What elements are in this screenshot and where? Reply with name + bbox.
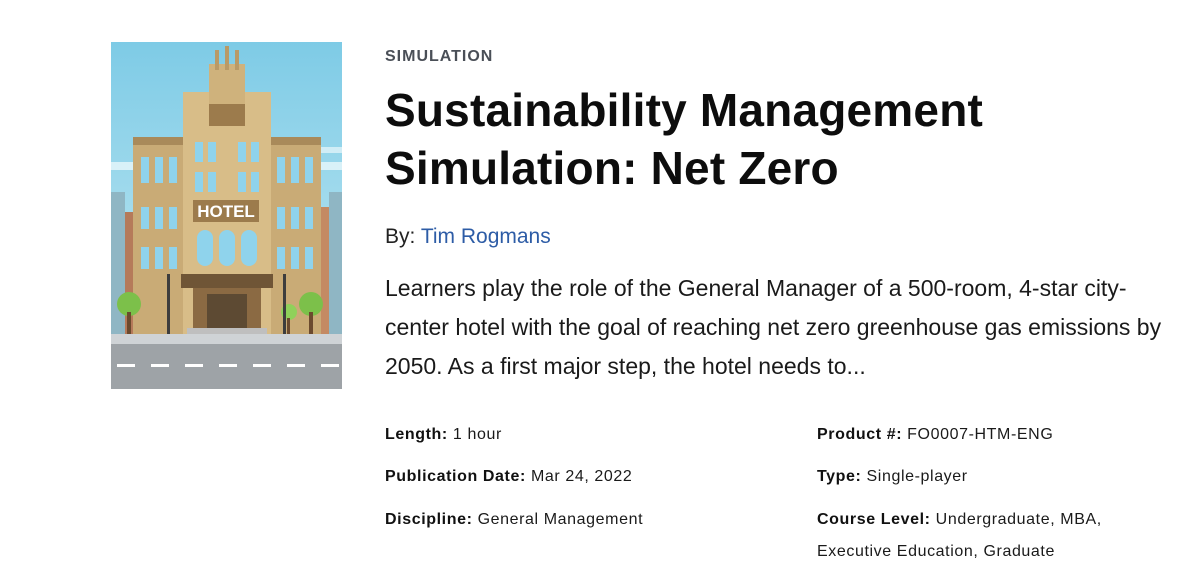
- meta-type: Type: Single-player: [817, 461, 968, 493]
- meta-length: Length: 1 hour: [385, 419, 502, 451]
- meta-discipline: Discipline: General Management: [385, 504, 643, 536]
- category-label: SIMULATION: [385, 48, 494, 65]
- meta-product-number: Product #: FO0007-HTM-ENG: [817, 419, 1053, 451]
- meta-label: Publication Date:: [385, 468, 526, 485]
- meta-publication-date: Publication Date: Mar 24, 2022: [385, 461, 632, 493]
- meta-course-level: Course Level: Undergraduate, MBA, Execut…: [817, 504, 1147, 568]
- author-link[interactable]: Tim Rogmans: [421, 225, 551, 248]
- product-title[interactable]: Sustainability Management Simulation: Ne…: [385, 81, 1185, 197]
- meta-label: Discipline:: [385, 511, 473, 528]
- hotel-sign-text: HOTEL: [197, 202, 255, 221]
- meta-label: Course Level:: [817, 511, 931, 528]
- meta-value: General Management: [477, 511, 644, 528]
- product-cover-image[interactable]: HOTEL: [111, 42, 342, 389]
- meta-label: Length:: [385, 426, 448, 443]
- product-listing: HOTEL SIMULATION Sustainability Manageme…: [0, 0, 1200, 587]
- meta-value: Mar 24, 2022: [530, 468, 633, 485]
- meta-value: Single-player: [866, 468, 968, 485]
- meta-value: 1 hour: [452, 426, 502, 443]
- byline: By: Tim Rogmans: [385, 223, 1185, 251]
- meta-label: Type:: [817, 468, 862, 485]
- by-label: By:: [385, 225, 416, 248]
- product-description: Learners play the role of the General Ma…: [385, 275, 1162, 379]
- meta-label: Product #:: [817, 426, 903, 443]
- product-info: SIMULATION Sustainability Management Sim…: [385, 47, 1185, 386]
- meta-value: FO0007-HTM-ENG: [907, 426, 1054, 443]
